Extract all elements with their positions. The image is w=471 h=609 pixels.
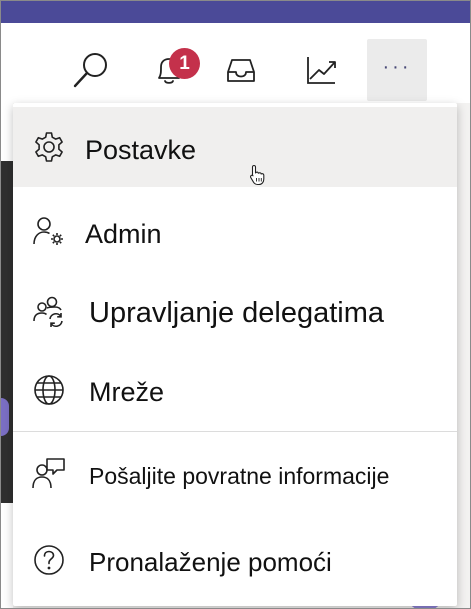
- menu-item-label: Pošaljite povratne informacije: [89, 463, 390, 489]
- activity-button[interactable]: [291, 39, 351, 101]
- app-window: 1 ··· Postavke Admin Upravljanje delegat…: [0, 0, 471, 609]
- title-bar-strip: [1, 1, 470, 23]
- menu-item-label: Admin: [85, 219, 162, 249]
- menu-item-label: Postavke: [85, 135, 197, 165]
- menu-item-label: Mreže: [89, 377, 165, 407]
- person-gear-icon: [32, 215, 66, 249]
- feedback-icon: [32, 456, 66, 490]
- hand-cursor-icon: [249, 164, 267, 191]
- inbox-icon: [223, 52, 259, 88]
- people-sync-icon: [32, 295, 66, 329]
- menu-item-networks[interactable]: Mreže: [13, 350, 457, 430]
- background-panel: [1, 161, 13, 503]
- search-icon: [69, 48, 113, 92]
- gear-icon: [32, 130, 66, 164]
- menu-item-help[interactable]: Pronalaženje pomoći: [13, 520, 457, 600]
- menu-item-label: Upravljanje delegatima: [89, 297, 384, 329]
- search-button[interactable]: [61, 39, 121, 101]
- menu-divider: [13, 431, 457, 432]
- background-content: [1, 103, 13, 608]
- background-accent: [1, 398, 9, 436]
- more-options-button[interactable]: ···: [367, 39, 427, 101]
- help-icon: [32, 543, 66, 577]
- globe-icon: [32, 373, 66, 407]
- notifications-button[interactable]: 1: [139, 39, 200, 101]
- more-icon: ···: [382, 56, 412, 78]
- menu-item-feedback[interactable]: Pošaljite povratne informacije: [13, 433, 457, 513]
- activity-chart-icon: [303, 52, 339, 88]
- inbox-button[interactable]: [211, 39, 271, 101]
- more-options-menu: Postavke Admin Upravljanje delegatima Mr…: [13, 103, 457, 606]
- menu-item-settings[interactable]: Postavke: [13, 107, 457, 187]
- menu-item-admin[interactable]: Admin: [13, 192, 457, 272]
- menu-item-label: Pronalaženje pomoći: [89, 547, 332, 577]
- notification-badge: 1: [169, 48, 200, 79]
- header-toolbar: 1 ···: [1, 23, 470, 103]
- menu-item-delegates[interactable]: Upravljanje delegatima: [13, 272, 457, 352]
